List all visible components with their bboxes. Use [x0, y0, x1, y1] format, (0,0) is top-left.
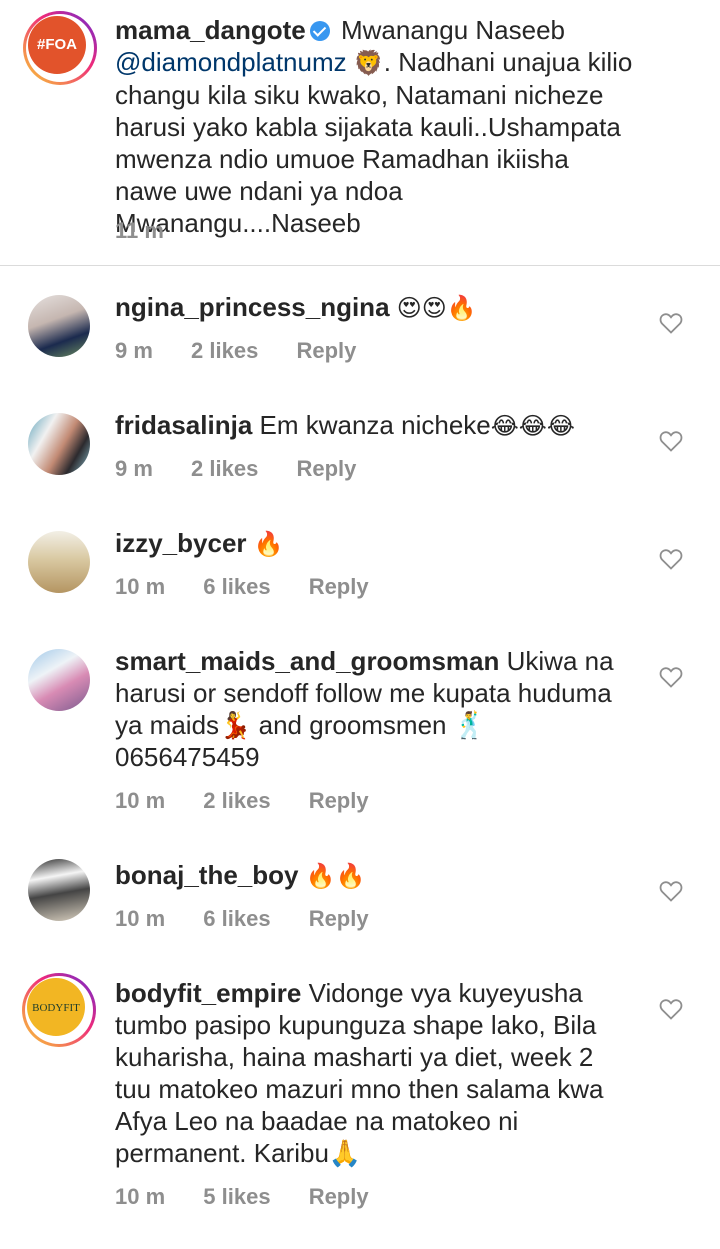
comment-time: 10 m [115, 788, 166, 813]
comment-username[interactable]: bonaj_the_boy [115, 860, 298, 890]
avatar-logo-text: #FOA [36, 36, 77, 53]
comment-emoji: 🔥 [253, 530, 284, 558]
like-count[interactable]: 2 likes [203, 788, 270, 813]
comment-body: Em kwanza nicheke [259, 410, 491, 440]
comment-meta: 9 m 2 likes Reply [115, 338, 388, 364]
comment-text: ngina_princess_ngina 😍😍🔥 [115, 291, 635, 324]
comment-time: 10 m [115, 906, 166, 931]
comment-username[interactable]: ngina_princess_ngina [115, 292, 390, 322]
verified-badge-icon [309, 21, 330, 41]
reply-button[interactable]: Reply [296, 456, 356, 481]
comment-time: 9 m [115, 456, 153, 481]
lion-emoji: 🦁 [353, 49, 384, 77]
avatar[interactable]: BODYFIT [22, 973, 96, 1047]
comment-text: smart_maids_and_groomsman Ukiwa na harus… [115, 645, 635, 773]
comment-emoji: 🔥🔥 [305, 862, 366, 890]
heart-icon[interactable] [659, 548, 683, 570]
avatar-logo-text: BODYFIT [32, 1002, 80, 1014]
reply-button[interactable]: Reply [296, 338, 356, 363]
comment-username[interactable]: fridasalinja [115, 410, 252, 440]
comment-emoji: 😍😍🔥 [396, 294, 477, 322]
comment-text: bodyfit_empire Vidonge vya kuyeyusha tum… [115, 977, 635, 1169]
comment-text: bonaj_the_boy 🔥🔥 [115, 859, 635, 892]
avatar[interactable] [28, 859, 90, 921]
heart-icon[interactable] [659, 430, 683, 452]
comment-username[interactable]: smart_maids_and_groomsman [115, 646, 499, 676]
reply-button[interactable]: Reply [309, 906, 369, 931]
reply-button[interactable]: Reply [309, 1184, 369, 1209]
heart-icon[interactable] [659, 998, 683, 1020]
caption-time: 11 m [115, 218, 164, 243]
heart-icon[interactable] [659, 880, 683, 902]
comment-time: 10 m [115, 574, 166, 599]
comment-time: 10 m [115, 1184, 166, 1209]
avatar[interactable] [28, 531, 90, 593]
comment-time: 9 m [115, 338, 153, 363]
comment-meta: 10 m 6 likes Reply [115, 574, 401, 600]
like-count[interactable]: 2 likes [191, 456, 258, 481]
comment-meta: 10 m 2 likes Reply [115, 788, 401, 814]
like-count[interactable]: 5 likes [203, 1184, 270, 1209]
comment-text: fridasalinja Em kwanza nicheke😂😂😂 [115, 409, 635, 442]
avatar[interactable] [28, 295, 90, 357]
caption-meta: 11 m [115, 218, 196, 244]
caption-text-start: Mwanangu Naseeb [340, 15, 566, 45]
comment-emoji: 😂😂😂 [490, 412, 575, 440]
mention-link[interactable]: @diamondplatnumz [115, 47, 347, 77]
post-caption: #FOA mama_dangote Mwanangu Naseeb @diamo… [0, 0, 720, 266]
heart-icon[interactable] [659, 312, 683, 334]
comment-meta: 9 m 2 likes Reply [115, 456, 388, 482]
avatar[interactable] [28, 649, 90, 711]
like-count[interactable]: 2 likes [191, 338, 258, 363]
comment-text: izzy_bycer 🔥 [115, 527, 635, 560]
comment-meta: 10 m 6 likes Reply [115, 906, 401, 932]
comment-username[interactable]: bodyfit_empire [115, 978, 301, 1008]
comment-meta: 10 m 5 likes Reply [115, 1184, 401, 1210]
caption-text: mama_dangote Mwanangu Naseeb @diamondpla… [115, 14, 635, 239]
like-count[interactable]: 6 likes [203, 574, 270, 599]
reply-button[interactable]: Reply [309, 788, 369, 813]
heart-icon[interactable] [659, 666, 683, 688]
like-count[interactable]: 6 likes [203, 906, 270, 931]
reply-button[interactable]: Reply [309, 574, 369, 599]
caption-username[interactable]: mama_dangote [115, 15, 306, 45]
avatar[interactable] [28, 413, 90, 475]
comment-username[interactable]: izzy_bycer [115, 528, 247, 558]
caption-avatar[interactable]: #FOA [23, 11, 97, 85]
